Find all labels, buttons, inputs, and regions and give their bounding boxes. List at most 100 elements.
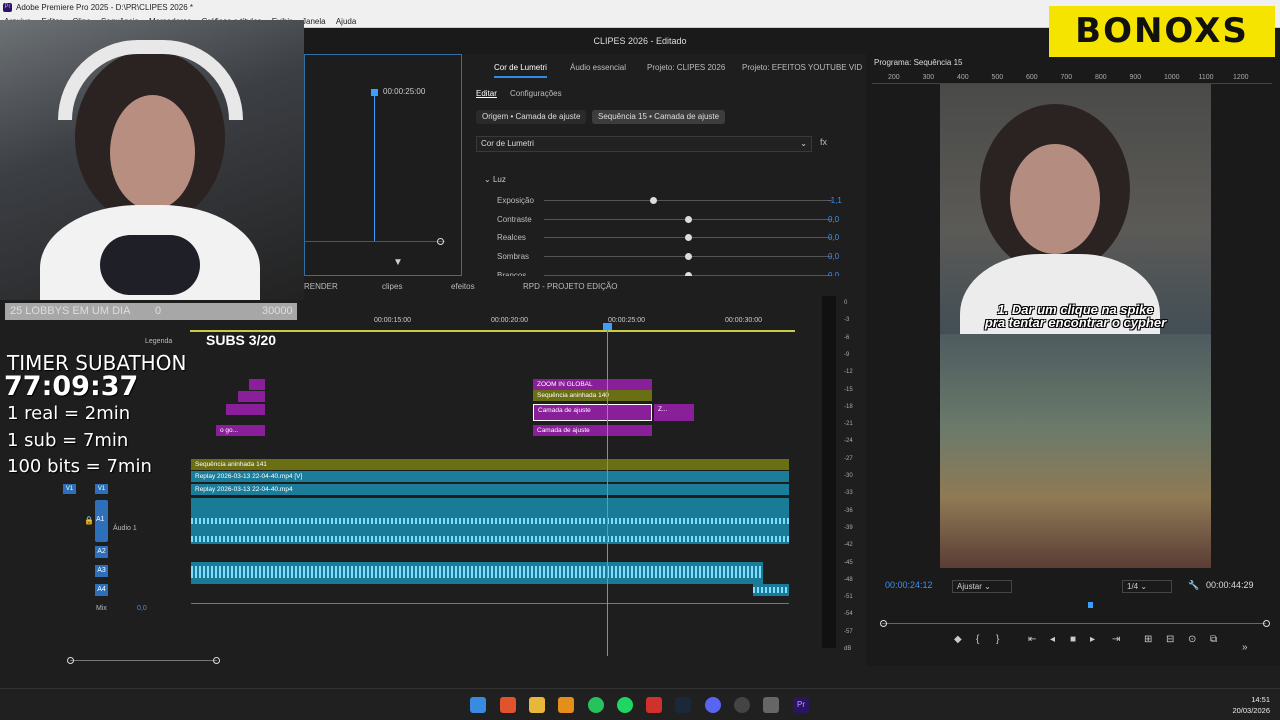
lumetri-row-value[interactable]: 0,0 — [828, 233, 839, 242]
fit-select[interactable]: Ajustar ⌄ — [952, 580, 1012, 593]
lumetri-row-value[interactable]: -1,1 — [828, 196, 842, 205]
whatsapp-icon[interactable] — [588, 697, 604, 713]
subtab-editar[interactable]: Editar — [476, 89, 497, 98]
audio-clip-a3[interactable] — [191, 562, 763, 584]
fx-icon[interactable]: fx — [820, 137, 827, 147]
track-a4[interactable]: A4 — [95, 584, 108, 596]
clip-small[interactable] — [238, 391, 265, 402]
compare-icon[interactable]: ⧉ — [1210, 634, 1217, 645]
overwrite-icon[interactable]: ⊟ — [1166, 634, 1174, 645]
menu-ajuda[interactable]: Ajuda — [336, 15, 356, 28]
lumetri-slider-knob[interactable] — [685, 215, 692, 223]
more-controls-icon[interactable]: » — [1242, 642, 1248, 653]
export-frame-icon[interactable]: ⊙ — [1188, 634, 1196, 645]
scrub-start-handle[interactable] — [880, 620, 887, 627]
seq-tab-efeitos[interactable]: efeitos — [451, 282, 475, 291]
clip-z[interactable]: Z... — [654, 404, 694, 421]
lumetri-slider[interactable] — [544, 234, 832, 242]
clip-adjustment-selected[interactable]: Camada de ajuste — [533, 404, 652, 421]
section-luz[interactable]: ⌄ Luz — [484, 175, 506, 184]
insert-icon[interactable]: ⊞ — [1144, 634, 1152, 645]
program-playhead[interactable] — [1088, 602, 1093, 608]
tab-projeto-efeitos[interactable]: Projeto: EFEITOS YOUTUBE VID — [742, 63, 862, 72]
seq-tab-rpd[interactable]: RPD - PROJETO EDIÇÃO — [523, 282, 618, 291]
clip-replay-v[interactable]: Replay 2026-03-13 22-04-40.mp4 [V] — [191, 471, 789, 482]
timeline-zoom-handle[interactable] — [213, 657, 220, 664]
clip-replay[interactable]: Replay 2026-03-13 22-04-40.mp4 — [191, 484, 789, 495]
source-pill[interactable]: Origem • Camada de ajuste — [476, 110, 587, 124]
program-timecode[interactable]: 00:00:24:12 — [885, 580, 933, 590]
timeline-playhead-handle[interactable] — [603, 323, 612, 330]
go-to-out-icon[interactable]: ⇥ — [1112, 634, 1120, 645]
timeline-zoom-handle[interactable] — [67, 657, 74, 664]
lumetri-row-value[interactable]: 0,0 — [828, 215, 839, 224]
ec-scroll-handle[interactable] — [437, 238, 444, 245]
sequence-pill[interactable]: Sequência 15 • Camada de ajuste — [592, 110, 726, 124]
track-v1[interactable]: V1 — [95, 484, 108, 494]
stop-icon[interactable]: ■ — [1070, 634, 1076, 645]
lock-icon[interactable]: 🔒 — [84, 516, 94, 525]
spotify-icon[interactable] — [617, 697, 633, 713]
wrench-icon[interactable]: 🔧 — [1188, 580, 1199, 591]
lumetri-row-value[interactable]: 0,0 — [828, 252, 839, 261]
mark-out-icon[interactable]: } — [996, 634, 999, 645]
track-a3[interactable]: A3 — [95, 565, 108, 577]
tab-projeto-clipes[interactable]: Projeto: CLIPES 2026 — [647, 63, 725, 72]
audio-clip-a4[interactable] — [753, 584, 789, 596]
clip-small[interactable] — [226, 404, 265, 415]
lumetri-slider[interactable] — [544, 253, 832, 261]
sequence-pill-label: Sequência 15 • Camada de ajuste — [598, 112, 720, 121]
meter-scale-label: -45 — [844, 559, 853, 566]
effect-controls-panel[interactable]: 00:00:25:00 ▼ — [304, 54, 462, 276]
filter-icon[interactable]: ▼ — [393, 257, 403, 268]
lumetri-slider[interactable] — [544, 197, 832, 204]
timeline-playhead[interactable] — [607, 326, 608, 656]
tab-audio-essencial[interactable]: Áudio essencial — [570, 63, 626, 72]
mix-value[interactable]: 0,0 — [137, 605, 147, 612]
lumetri-slider-knob[interactable] — [650, 197, 658, 204]
steam-icon[interactable] — [675, 697, 691, 713]
system-clock[interactable]: 14:51 20/03/2026 — [1232, 694, 1270, 716]
lumetri-slider[interactable] — [544, 215, 832, 223]
quality-select[interactable]: 1/4 ⌄ — [1122, 580, 1172, 593]
program-scrubber[interactable] — [882, 623, 1266, 624]
discord-icon[interactable] — [705, 697, 721, 713]
premiere-taskbar-icon[interactable]: Pr — [793, 697, 809, 713]
clip-adjustment[interactable]: Camada de ajuste — [533, 425, 652, 436]
v1-source-toggle[interactable]: V1 — [63, 484, 76, 494]
mark-in-icon[interactable]: { — [976, 634, 979, 645]
timeline-zoom-bar[interactable] — [70, 660, 217, 661]
step-back-icon[interactable]: ◂ — [1050, 634, 1055, 645]
seq-tab-render[interactable]: RENDER — [304, 282, 338, 291]
start-icon[interactable] — [470, 697, 486, 713]
chrome-icon[interactable] — [734, 697, 750, 713]
lumetri-slider-knob[interactable] — [685, 253, 692, 261]
menu-janela[interactable]: Janela — [302, 15, 326, 28]
work-area-bar[interactable] — [190, 330, 795, 332]
waveform — [191, 566, 763, 578]
folder-icon[interactable] — [529, 697, 545, 713]
track-a2[interactable]: A2 — [95, 546, 108, 558]
effect-select[interactable]: Cor de Lumetri ⌄ — [476, 136, 812, 152]
tab-lumetri[interactable]: Cor de Lumetri — [494, 63, 547, 78]
lobby-label: 25 LOBBYS EM UM DIA — [10, 305, 131, 317]
audio-clip-a1[interactable] — [191, 498, 789, 544]
ec-scrollbar[interactable] — [305, 241, 445, 242]
seq-tab-clipes[interactable]: clipes — [382, 282, 402, 291]
brave-icon[interactable] — [500, 697, 516, 713]
clip-zoom-in-global[interactable]: ZOOM IN GLOBAL — [533, 379, 652, 390]
meter-scale-label: -48 — [844, 576, 853, 583]
scrub-end-handle[interactable] — [1263, 620, 1270, 627]
settings-icon[interactable] — [763, 697, 779, 713]
go-to-in-icon[interactable]: ⇤ — [1028, 634, 1036, 645]
lumetri-slider-knob[interactable] — [685, 234, 692, 242]
subtab-configuracoes[interactable]: Configurações — [510, 89, 562, 98]
clip-nested-141[interactable]: Sequência aninhada 141 — [191, 459, 789, 470]
step-forward-icon[interactable]: ▸ — [1090, 634, 1095, 645]
recorder-icon[interactable] — [646, 697, 662, 713]
clip-nested-140[interactable]: Sequência aninhada 140 — [533, 390, 652, 401]
app-icon[interactable] — [558, 697, 574, 713]
clip-o-go[interactable]: o go... — [216, 425, 265, 436]
clip-small[interactable] — [249, 379, 265, 390]
marker-icon[interactable]: ◆ — [954, 634, 962, 645]
